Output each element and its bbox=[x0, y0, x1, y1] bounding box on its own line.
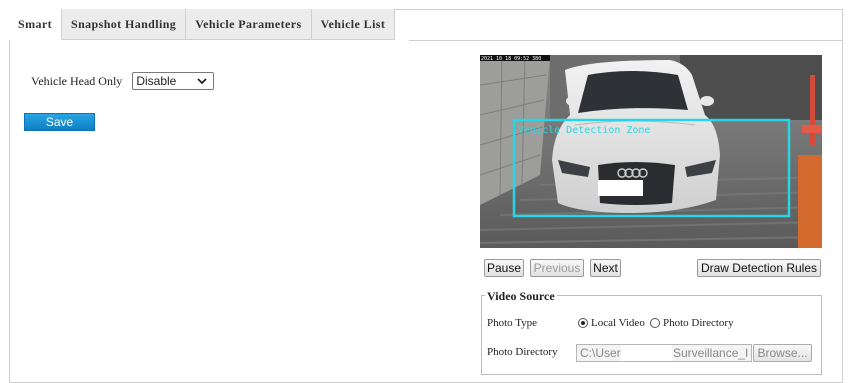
radio-selected-icon bbox=[578, 318, 588, 328]
tab-vehicle-list[interactable]: Vehicle List bbox=[311, 9, 396, 40]
radio-unselected-icon bbox=[650, 318, 660, 328]
video-source-legend: Video Source bbox=[485, 289, 557, 304]
photo-type-label: Photo Type bbox=[487, 317, 538, 329]
vehicle-head-only-value: Disable bbox=[136, 74, 177, 88]
tab-underline bbox=[409, 40, 843, 41]
pause-button[interactable]: Pause bbox=[484, 259, 524, 277]
video-source-fieldset bbox=[481, 295, 822, 375]
detection-zone-label: Vehicle Detection Zone bbox=[518, 125, 650, 136]
path-redaction bbox=[621, 345, 672, 361]
radio-local-video-label: Local Video bbox=[591, 317, 645, 329]
tab-bar: Smart Snapshot Handling Vehicle Paramete… bbox=[9, 9, 396, 41]
tab-snapshot-handling[interactable]: Snapshot Handling bbox=[62, 9, 187, 40]
vehicle-head-only-select[interactable]: Disable bbox=[132, 72, 215, 90]
vehicle-head-only-label: Vehicle Head Only bbox=[31, 73, 123, 88]
save-button[interactable]: Save bbox=[24, 113, 95, 131]
path-prefix: C:\User bbox=[580, 346, 621, 360]
radio-photo-directory[interactable]: Photo Directory bbox=[650, 317, 734, 329]
next-button[interactable]: Next bbox=[590, 259, 621, 277]
tab-vehicle-parameters[interactable]: Vehicle Parameters bbox=[186, 9, 312, 40]
vehicle-head-only-row: Vehicle Head Only Disable bbox=[31, 72, 215, 90]
photo-directory-input[interactable]: C:\User Surveillance_I bbox=[576, 344, 752, 362]
chevron-down-icon bbox=[197, 78, 207, 85]
radio-local-video[interactable]: Local Video bbox=[578, 317, 645, 329]
draw-detection-rules-button[interactable]: Draw Detection Rules bbox=[697, 259, 821, 277]
browse-button[interactable]: Browse... bbox=[753, 344, 812, 362]
tab-smart[interactable]: Smart bbox=[9, 9, 62, 40]
path-suffix: Surveillance_I bbox=[673, 346, 749, 360]
video-preview: 2021 10 18 09:52 380 Vehicle Detection Z… bbox=[480, 55, 822, 248]
photo-directory-label: Photo Directory bbox=[487, 346, 558, 358]
previous-button[interactable]: Previous bbox=[530, 259, 584, 277]
timestamp-text: 2021 10 18 09:52 380 bbox=[481, 56, 541, 62]
radio-photo-directory-label: Photo Directory bbox=[663, 317, 734, 329]
video-frame-image: 2021 10 18 09:52 380 Vehicle Detection Z… bbox=[480, 55, 822, 248]
